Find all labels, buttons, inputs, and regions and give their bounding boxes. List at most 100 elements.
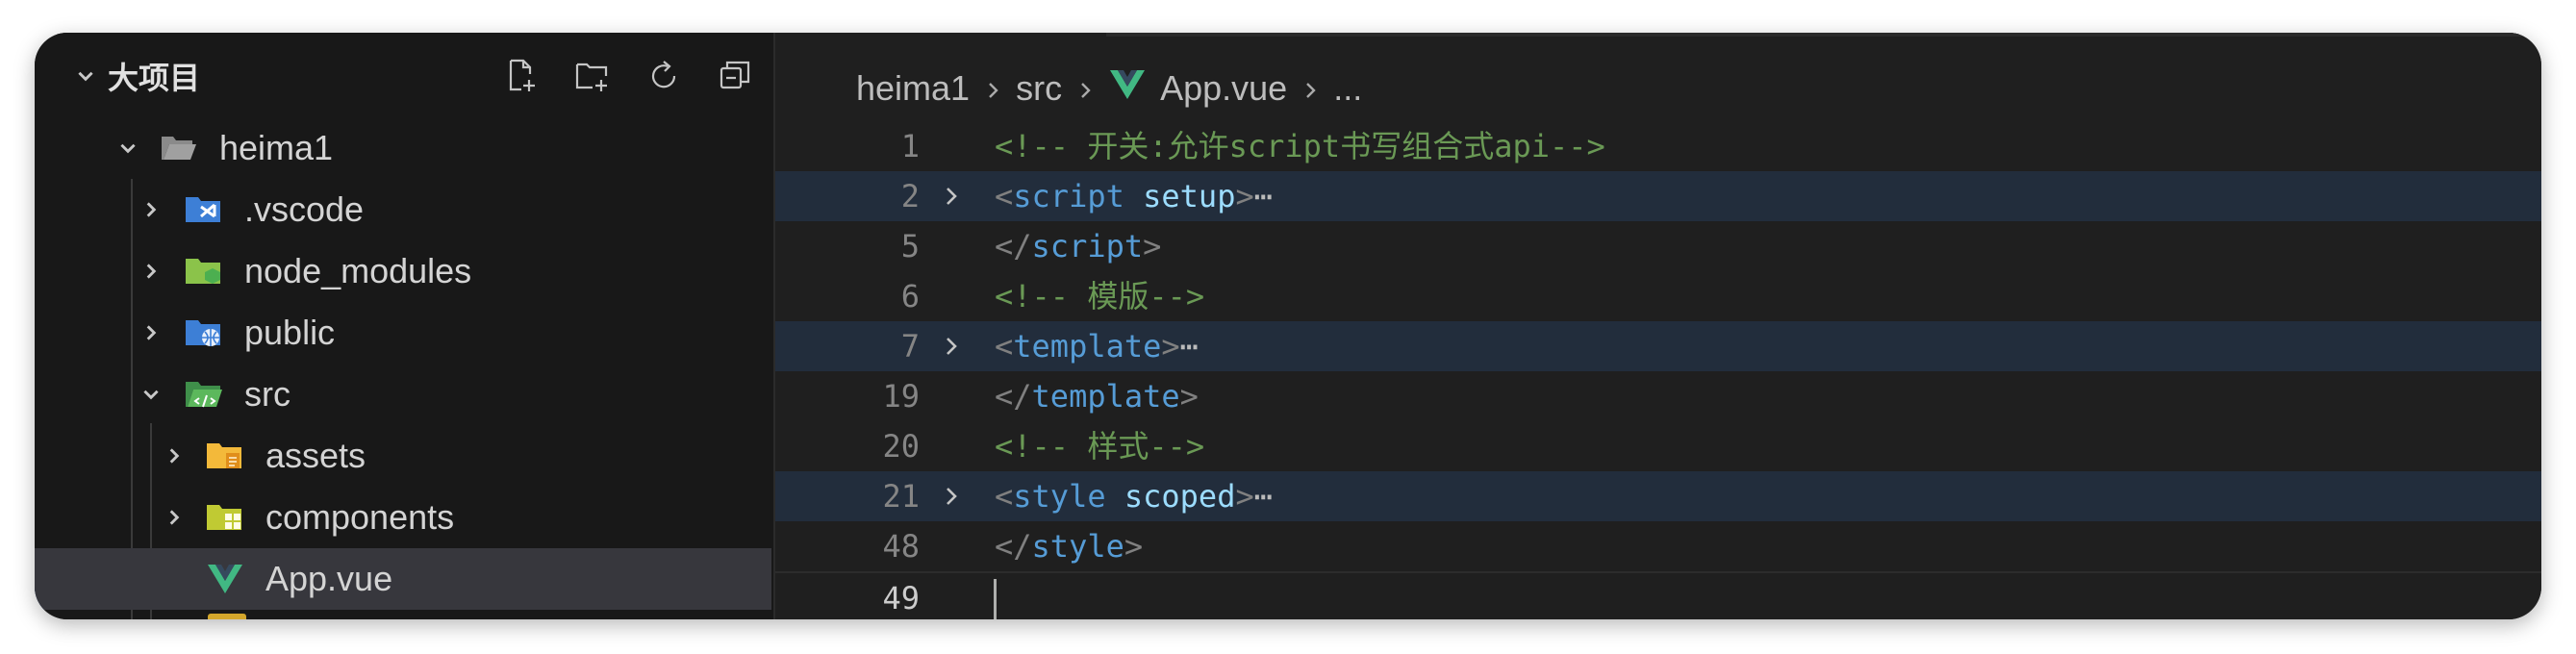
fold-chevron-icon[interactable] xyxy=(941,335,962,363)
tree-item-label: src xyxy=(244,374,290,414)
chevron-right-icon[interactable] xyxy=(137,257,165,286)
vue-file-icon xyxy=(1108,68,1147,110)
code-bracket: > xyxy=(1235,178,1254,214)
code-line[interactable]: 6 <!-- 模版--> xyxy=(775,271,2541,321)
code-attr: setup xyxy=(1124,178,1236,214)
chevron-down-icon[interactable] xyxy=(71,62,100,90)
line-number: 19 xyxy=(882,378,920,415)
tree-item-heima1[interactable]: heima1 xyxy=(35,117,771,179)
explorer-actions xyxy=(500,55,756,97)
code-line-folded[interactable]: 2 <script setup>⋯ xyxy=(775,171,2541,221)
tree-item-label: node_modules xyxy=(244,251,472,290)
code-text: </template> xyxy=(995,371,1199,421)
code-line-current[interactable]: 49 xyxy=(775,571,2541,619)
chevron-down-icon[interactable] xyxy=(114,134,142,163)
line-number: 6 xyxy=(900,278,920,314)
line-number: 20 xyxy=(882,428,920,465)
fold-chevron-icon[interactable] xyxy=(941,185,962,213)
src-folder-icon xyxy=(183,375,225,414)
code-line-folded[interactable]: 7 <template>⋯ xyxy=(775,321,2541,371)
code-line[interactable]: 48 </style> xyxy=(775,521,2541,571)
node-folder-icon xyxy=(183,252,225,290)
breadcrumb: heima1 src App.vue ... xyxy=(856,62,1362,115)
line-number: 7 xyxy=(900,328,920,365)
line-number: 49 xyxy=(882,580,920,616)
chevron-right-icon[interactable] xyxy=(160,503,189,532)
code-comment: <!-- 样式--> xyxy=(995,428,1205,465)
code-bracket: > xyxy=(1161,328,1180,365)
tree-item-public[interactable]: public xyxy=(35,302,771,364)
text-cursor xyxy=(994,579,997,619)
code-line[interactable]: 20 <!-- 样式--> xyxy=(775,421,2541,471)
line-number: 2 xyxy=(900,178,920,214)
new-file-icon[interactable] xyxy=(500,55,543,97)
refresh-icon[interactable] xyxy=(643,55,685,97)
code-line[interactable]: 5 </script> xyxy=(775,221,2541,271)
code-tag: script xyxy=(1031,228,1144,264)
section-title: 大项目 xyxy=(108,61,201,95)
breadcrumb-item[interactable]: heima1 xyxy=(856,68,970,109)
folded-ellipsis[interactable]: ⋯ xyxy=(1180,328,1199,365)
tree-item-label: public xyxy=(244,313,336,352)
chevron-right-icon[interactable] xyxy=(160,441,189,470)
code-line[interactable]: 19 </template> xyxy=(775,371,2541,421)
chevron-right-icon xyxy=(983,68,1002,109)
tree-item-node-modules[interactable]: node_modules xyxy=(35,240,771,302)
code-comment: <!-- 模版--> xyxy=(995,278,1205,314)
tree-item-label: heima1 xyxy=(219,128,334,167)
code-attr: scoped xyxy=(1105,478,1236,515)
code-bracket: > xyxy=(1235,478,1254,515)
code-tag: style xyxy=(1031,528,1124,565)
code-bracket: </ xyxy=(995,528,1032,565)
explorer-section-header[interactable]: 大项目 xyxy=(71,54,756,98)
chevron-right-icon[interactable] xyxy=(137,318,165,347)
chevron-right-icon xyxy=(1301,68,1320,109)
code-tag: template xyxy=(1031,378,1180,415)
breadcrumb-item[interactable]: ... xyxy=(1333,68,1362,109)
collapse-all-icon[interactable] xyxy=(714,55,756,97)
tree-item-label: assets xyxy=(265,436,366,475)
code-text: <style scoped>⋯ xyxy=(995,471,1273,521)
vue-file-icon xyxy=(204,560,246,598)
code-bracket: < xyxy=(995,478,1014,515)
explorer-sidebar: 大项目 heima1 .vscode node_modules public s… xyxy=(35,33,775,619)
chevron-down-icon[interactable] xyxy=(137,380,165,409)
breadcrumb-item[interactable]: src xyxy=(1016,68,1062,109)
breadcrumb-item[interactable]: App.vue xyxy=(1160,68,1287,109)
line-number: 1 xyxy=(900,128,920,164)
new-folder-icon[interactable] xyxy=(571,55,614,97)
chevron-right-icon[interactable] xyxy=(137,195,165,224)
folder-open-icon xyxy=(158,129,200,167)
tree-item-components[interactable]: components xyxy=(35,487,771,548)
code-tag: template xyxy=(1013,328,1162,365)
code-text: <template>⋯ xyxy=(995,321,1199,371)
line-number: 5 xyxy=(900,228,920,264)
tree-item-vscode[interactable]: .vscode xyxy=(35,179,771,240)
code-bracket: > xyxy=(1124,528,1144,565)
code-text: </script> xyxy=(995,221,1161,271)
tree-item-assets[interactable]: assets xyxy=(35,425,771,487)
folded-ellipsis[interactable]: ⋯ xyxy=(1254,478,1273,515)
code-bracket: < xyxy=(995,178,1014,214)
vscode-window: 大项目 heima1 .vscode node_modules public s… xyxy=(35,33,2541,619)
vscode-folder-icon xyxy=(183,190,225,229)
code-bracket: < xyxy=(995,328,1014,365)
folder-icon-partial xyxy=(208,614,246,619)
line-number: 21 xyxy=(882,478,920,515)
folded-ellipsis[interactable]: ⋯ xyxy=(1254,178,1273,214)
fold-chevron-icon[interactable] xyxy=(941,485,962,513)
line-number: 48 xyxy=(882,528,920,565)
code-bracket: > xyxy=(1143,228,1162,264)
public-folder-icon xyxy=(183,314,225,352)
code-line[interactable]: 1 <!-- 开关:允许script书写组合式api--> xyxy=(775,121,2541,171)
tree-item-label: App.vue xyxy=(265,559,393,598)
tree-item-src[interactable]: src xyxy=(35,364,771,425)
tree-item-label: .vscode xyxy=(244,189,365,229)
tab-strip xyxy=(1106,33,2541,37)
code-comment: <!-- 开关:允许script书写组合式api--> xyxy=(995,128,1605,164)
code-line-folded[interactable]: 21 <style scoped>⋯ xyxy=(775,471,2541,521)
tree-item-app-vue[interactable]: App.vue xyxy=(35,548,771,610)
assets-folder-icon xyxy=(204,437,246,475)
editor: heima1 src App.vue ... 1 <!-- 开关:允许scrip… xyxy=(775,33,2541,619)
code-bracket: > xyxy=(1179,378,1199,415)
